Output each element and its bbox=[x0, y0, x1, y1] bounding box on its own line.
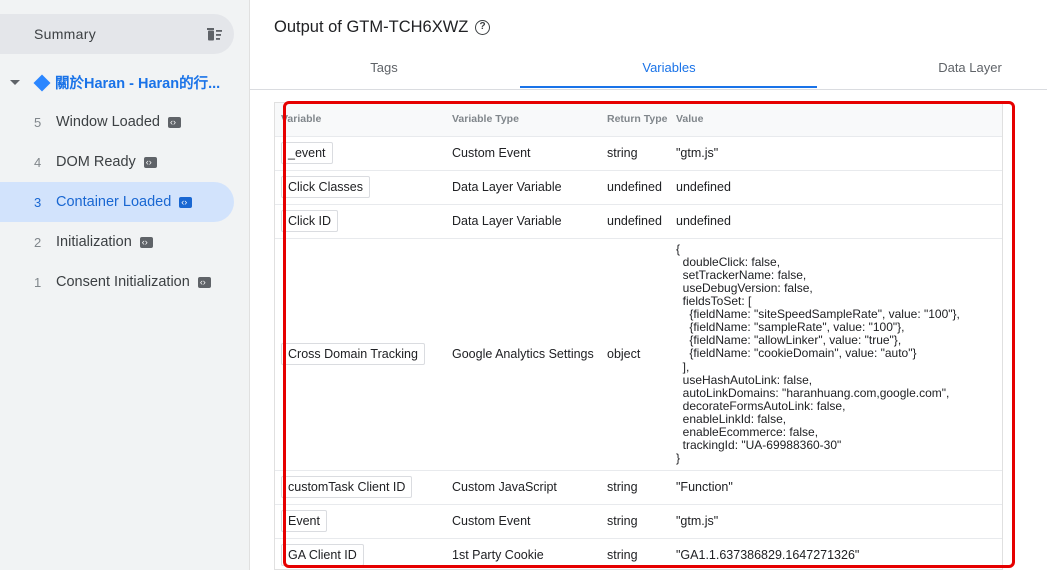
variable-name-chip[interactable]: GA Client ID bbox=[281, 544, 364, 567]
page-group[interactable]: 關於Haran - Haran的行... bbox=[0, 66, 250, 98]
event-item-window-loaded[interactable]: 5 Window Loaded bbox=[0, 102, 234, 142]
return-type-cell: string bbox=[601, 135, 670, 170]
code-tag-icon bbox=[197, 276, 211, 288]
help-icon[interactable]: ? bbox=[475, 20, 490, 35]
code-tag-icon bbox=[139, 236, 153, 248]
table-row: GA Client ID 1st Party Cookie string "GA… bbox=[275, 537, 1002, 569]
variable-name-chip[interactable]: Cross Domain Tracking bbox=[281, 343, 425, 365]
value-cell: undefined bbox=[670, 203, 1002, 238]
value-cell: "Function" bbox=[670, 469, 1002, 504]
table-row: _event Custom Event string "gtm.js" bbox=[275, 135, 1002, 170]
table-row: Event Custom Event string "gtm.js" bbox=[275, 503, 1002, 538]
variable-type-cell: 1st Party Cookie bbox=[442, 537, 601, 569]
value-cell: "gtm.js" bbox=[670, 503, 1002, 538]
table-header-row: Variable Variable Type Return Type Value bbox=[275, 103, 1002, 136]
variable-type-cell: Custom Event bbox=[442, 503, 601, 538]
event-name: DOM Ready bbox=[56, 154, 136, 170]
column-header-return-type: Return Type bbox=[607, 113, 668, 126]
variable-type-cell: Data Layer Variable bbox=[442, 169, 601, 204]
event-item-consent-initialization[interactable]: 1 Consent Initialization bbox=[0, 262, 234, 302]
variable-name-chip[interactable]: customTask Client ID bbox=[281, 476, 413, 498]
event-number: 4 bbox=[34, 154, 42, 170]
value-cell: "GA1.1.637386829.1647271326" bbox=[670, 537, 1002, 569]
value-cell: "gtm.js" bbox=[670, 135, 1002, 170]
tab-data-layer[interactable]: Data Layer bbox=[930, 60, 1010, 90]
chevron-down-icon[interactable] bbox=[10, 79, 20, 85]
table-row: customTask Client ID Custom JavaScript s… bbox=[275, 469, 1002, 504]
event-name: Initialization bbox=[56, 234, 132, 250]
variables-table: Variable Variable Type Return Type Value… bbox=[274, 102, 1003, 570]
event-number: 5 bbox=[34, 114, 42, 130]
code-tag-icon bbox=[179, 196, 193, 208]
variable-type-cell: Custom JavaScript bbox=[442, 469, 601, 504]
active-tab-indicator bbox=[520, 86, 817, 88]
return-type-cell: string bbox=[601, 503, 670, 538]
return-type-cell: string bbox=[601, 537, 670, 569]
code-tag-icon bbox=[168, 116, 181, 128]
event-name: Consent Initialization bbox=[56, 274, 190, 290]
page-title: Output of GTM-TCH6XWZ bbox=[274, 18, 469, 36]
event-name: Window Loaded bbox=[56, 114, 160, 130]
event-number: 3 bbox=[34, 194, 42, 210]
variable-name-chip[interactable]: _event bbox=[281, 142, 333, 164]
table-row: Cross Domain Tracking Google Analytics S… bbox=[275, 237, 1002, 470]
event-number: 2 bbox=[34, 234, 42, 250]
value-object-cell: { doubleClick: false, setTrackerName: fa… bbox=[676, 241, 960, 466]
diamond-icon bbox=[33, 74, 51, 91]
summary-label: Summary bbox=[34, 26, 96, 42]
variable-name-chip[interactable]: Click Classes bbox=[281, 176, 371, 198]
tab-tags[interactable]: Tags bbox=[354, 60, 414, 90]
summary-item[interactable]: Summary bbox=[0, 14, 234, 54]
event-number: 1 bbox=[34, 274, 42, 290]
event-name: Container Loaded bbox=[56, 194, 172, 210]
variable-name-chip[interactable]: Click ID bbox=[281, 210, 339, 232]
variable-name-chip[interactable]: Event bbox=[281, 510, 327, 532]
return-type-cell: object bbox=[601, 237, 670, 470]
event-item-container-loaded[interactable]: 3 Container Loaded bbox=[0, 182, 234, 222]
debug-preview-app: Summary 關於Haran - Haran的行... 5 Window Lo… bbox=[0, 0, 1047, 570]
variable-type-cell: Custom Event bbox=[442, 135, 601, 170]
return-type-cell: string bbox=[601, 469, 670, 504]
column-header-variable-type: Variable Type bbox=[452, 113, 519, 126]
column-header-value: Value bbox=[676, 113, 704, 126]
column-header-variable: Variable bbox=[281, 113, 322, 126]
variable-type-cell: Google Analytics Settings bbox=[442, 237, 601, 470]
return-type-cell: undefined bbox=[601, 169, 670, 204]
variable-type-cell: Data Layer Variable bbox=[442, 203, 601, 238]
code-tag-icon bbox=[143, 156, 157, 168]
table-row: Click ID Data Layer Variable undefined u… bbox=[275, 203, 1002, 238]
page-group-text: 關於Haran - Haran的行... bbox=[55, 75, 221, 92]
main-panel: Output of GTM-TCH6XWZ ? Tags Variables D… bbox=[250, 0, 1047, 570]
event-item-dom-ready[interactable]: 4 DOM Ready bbox=[0, 142, 234, 182]
table-row: Click Classes Data Layer Variable undefi… bbox=[275, 169, 1002, 204]
sidebar: Summary 關於Haran - Haran的行... 5 Window Lo… bbox=[0, 0, 250, 570]
value-cell: undefined bbox=[670, 169, 1002, 204]
output-header: Output of GTM-TCH6XWZ ? Tags Variables D… bbox=[250, 0, 1047, 90]
return-type-cell: undefined bbox=[601, 203, 670, 238]
delete-sweep-icon[interactable] bbox=[204, 24, 224, 44]
page-group-title: 關於Haran - Haran的行... bbox=[33, 72, 221, 93]
event-item-initialization[interactable]: 2 Initialization bbox=[0, 222, 234, 262]
